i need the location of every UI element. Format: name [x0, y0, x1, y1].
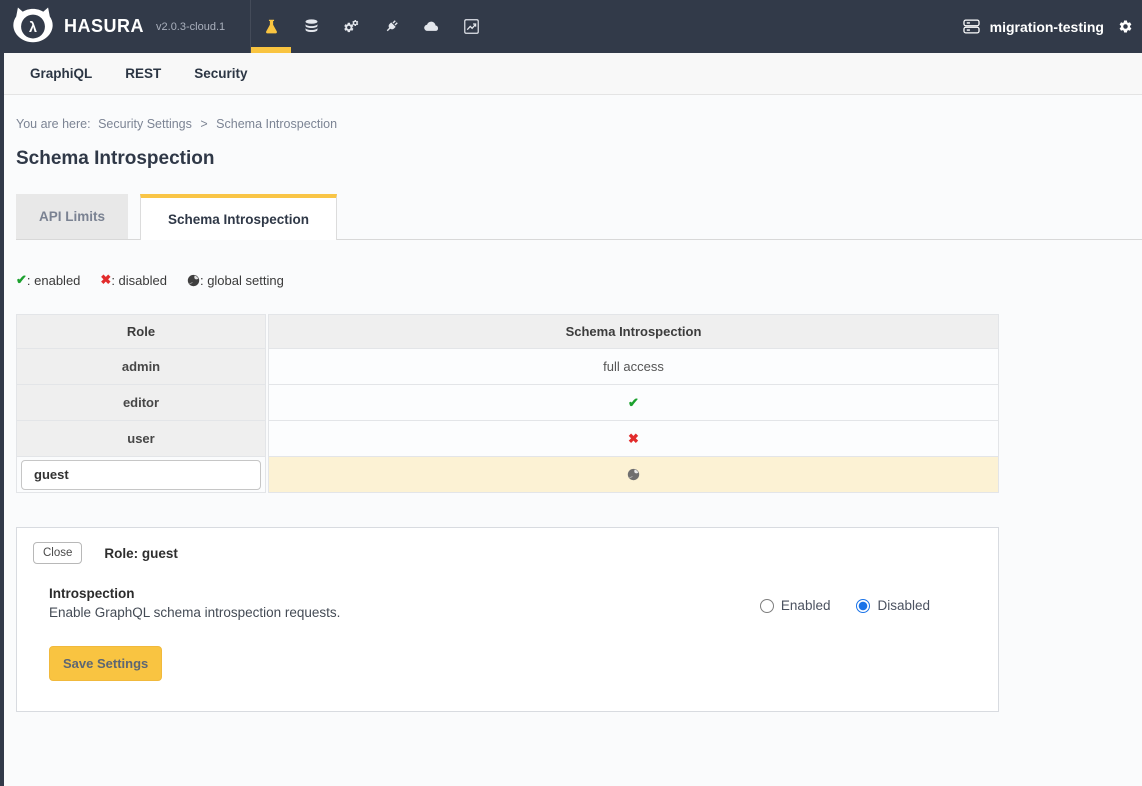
radio-option-enabled[interactable]: Enabled	[760, 598, 831, 613]
role-cell-user: user	[16, 420, 266, 457]
radio-option-disabled[interactable]: Disabled	[856, 598, 930, 613]
legend-global: : global setting	[187, 273, 284, 288]
cross-icon: ✖	[628, 431, 639, 447]
breadcrumb-separator: >	[200, 117, 207, 131]
plug-icon	[383, 18, 400, 35]
cross-icon: ✖	[100, 272, 111, 288]
role-column: Role admin editor user	[16, 314, 266, 493]
breadcrumb-prefix: You are here:	[16, 117, 91, 131]
introspection-cell-user[interactable]: ✖	[268, 420, 999, 457]
flask-icon	[263, 18, 280, 35]
introspection-cell-admin[interactable]: full access	[268, 348, 999, 385]
brand-name: HASURA	[64, 16, 144, 37]
legend-disabled: ✖ : disabled	[100, 272, 167, 288]
role-cell-guest	[16, 456, 266, 493]
breadcrumb: You are here: Security Settings > Schema…	[16, 117, 1142, 131]
nav-monitoring-tab[interactable]	[451, 0, 491, 53]
introspection-column: Schema Introspection full access ✔ ✖	[268, 314, 999, 493]
settings-gear-button[interactable]	[1118, 19, 1133, 34]
globe-icon	[187, 274, 200, 287]
nav-data-tab[interactable]	[291, 0, 331, 53]
legend-global-label: : global setting	[200, 273, 284, 288]
disabled-radio-label: Disabled	[877, 598, 930, 613]
introspection-cell-guest[interactable]	[268, 456, 999, 493]
role-cell-editor: editor	[16, 384, 266, 421]
hasura-logo-icon: λ	[12, 6, 54, 48]
cloud-icon	[423, 18, 440, 35]
nav-api-tab[interactable]	[251, 0, 291, 53]
tab-schema-introspection[interactable]: Schema Introspection	[140, 194, 337, 240]
new-role-input[interactable]	[21, 460, 261, 490]
save-settings-button[interactable]: Save Settings	[49, 646, 162, 681]
introspection-radio-group: Enabled Disabled	[760, 598, 982, 613]
check-icon: ✔	[628, 395, 639, 411]
roles-table: Role admin editor user Schema Introspect…	[16, 314, 999, 493]
breadcrumb-security-settings[interactable]: Security Settings	[98, 117, 192, 131]
legend-disabled-label: : disabled	[111, 273, 167, 288]
role-editor-panel: Close Role: guest Introspection Enable G…	[16, 527, 999, 712]
page-title: Schema Introspection	[16, 148, 1142, 170]
gear-icon	[1118, 19, 1133, 34]
tab-api-limits[interactable]: API Limits	[16, 194, 128, 239]
subnav-graphiql[interactable]: GraphiQL	[30, 66, 92, 81]
breadcrumb-current: Schema Introspection	[216, 117, 337, 131]
hasura-logo[interactable]: λ HASURA v2.0.3-cloud.1	[0, 0, 250, 53]
left-edge-bar	[0, 53, 4, 786]
nav-actions-tab[interactable]	[331, 0, 371, 53]
disabled-radio[interactable]	[856, 599, 870, 613]
subnav-security[interactable]: Security	[194, 66, 247, 81]
nav-remote-schemas-tab[interactable]	[371, 0, 411, 53]
chart-line-icon	[463, 18, 480, 35]
check-icon: ✔	[16, 272, 27, 288]
introspection-cell-editor[interactable]: ✔	[268, 384, 999, 421]
subnav-rest[interactable]: REST	[125, 66, 161, 81]
nav-events-tab[interactable]	[411, 0, 451, 53]
project-name: migration-testing	[990, 19, 1104, 35]
top-navbar: λ HASURA v2.0.3-cloud.1	[0, 0, 1142, 53]
close-button[interactable]: Close	[33, 542, 82, 564]
editing-role-label: Role: guest	[104, 546, 178, 561]
section-title: Introspection	[49, 586, 760, 601]
globe-icon	[627, 468, 640, 481]
legend-enabled: ✔ : enabled	[16, 272, 80, 288]
cogs-icon	[343, 18, 360, 35]
section-text: Introspection Enable GraphQL schema intr…	[49, 586, 760, 620]
legend-enabled-label: : enabled	[27, 273, 81, 288]
navbar-right: migration-testing	[962, 0, 1142, 53]
secondary-nav: GraphiQL REST Security	[0, 53, 1142, 95]
version-label: v2.0.3-cloud.1	[156, 21, 225, 33]
server-icon	[962, 17, 981, 36]
primary-nav	[250, 0, 491, 53]
database-icon	[303, 18, 320, 35]
introspection-section: Introspection Enable GraphQL schema intr…	[33, 586, 982, 620]
svg-text:λ: λ	[29, 19, 37, 35]
section-description: Enable GraphQL schema introspection requ…	[49, 605, 760, 620]
project-selector[interactable]: migration-testing	[962, 17, 1104, 36]
role-column-header: Role	[16, 314, 266, 349]
panel-header: Close Role: guest	[33, 542, 982, 564]
main-content: You are here: Security Settings > Schema…	[0, 95, 1142, 712]
enabled-radio-label: Enabled	[781, 598, 831, 613]
tab-bar: API Limits Schema Introspection	[16, 194, 1142, 240]
status-legend: ✔ : enabled ✖ : disabled : global settin…	[16, 272, 1142, 288]
role-cell-admin: admin	[16, 348, 266, 385]
introspection-column-header: Schema Introspection	[268, 314, 999, 349]
enabled-radio[interactable]	[760, 599, 774, 613]
